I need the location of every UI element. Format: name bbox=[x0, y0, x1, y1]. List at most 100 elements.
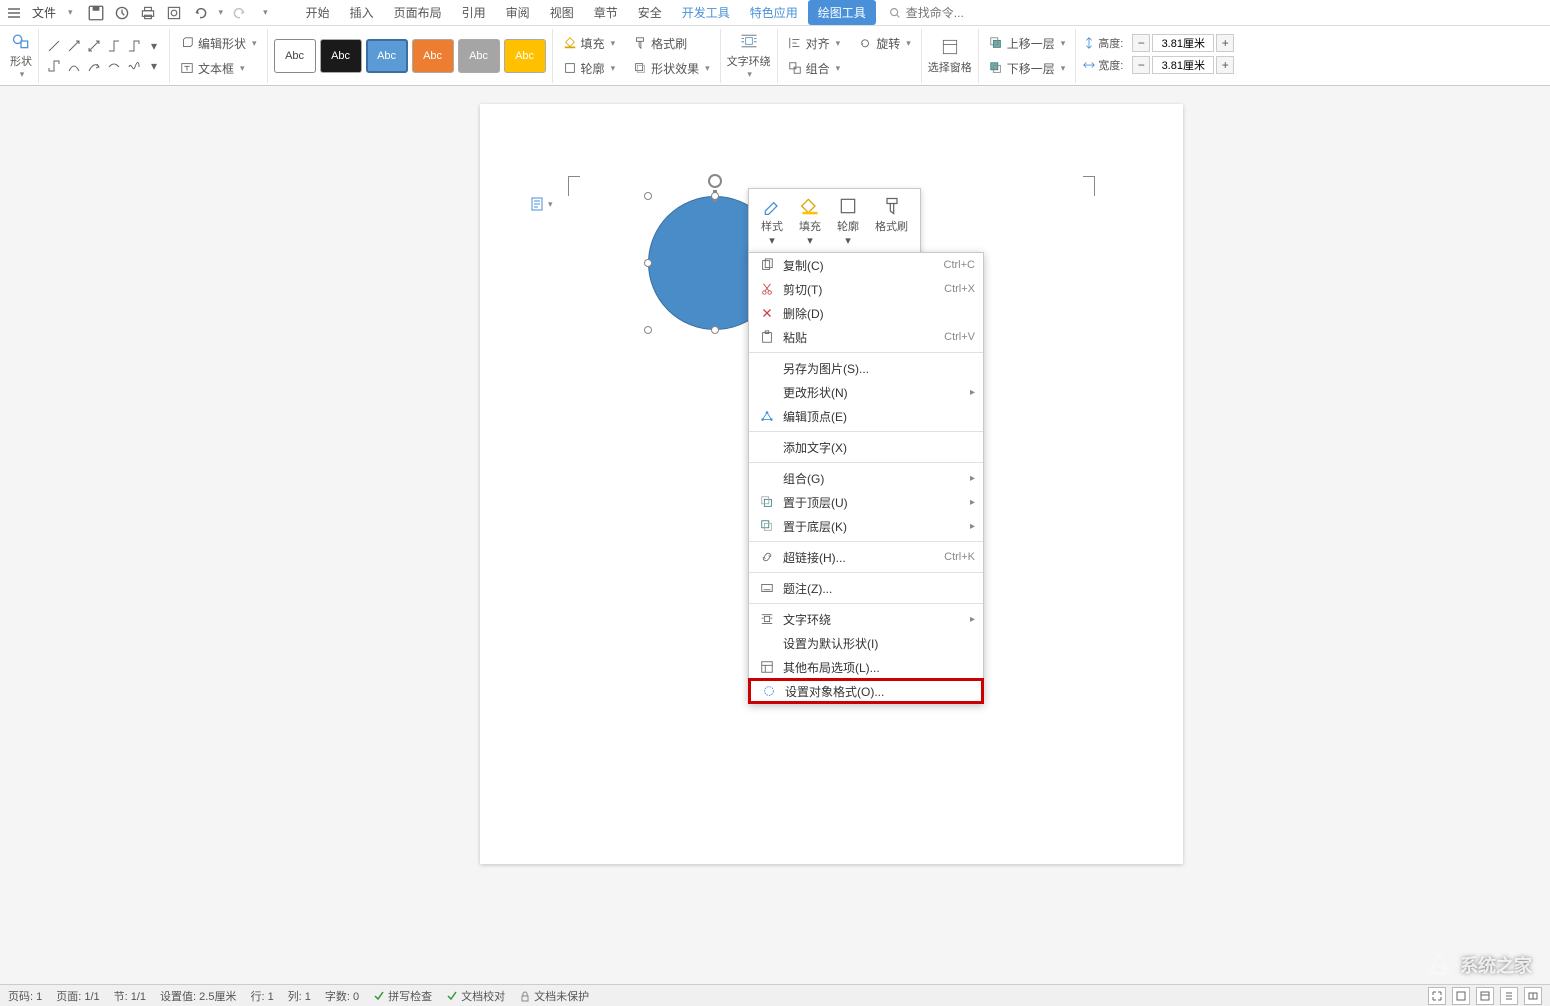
touch-icon[interactable] bbox=[113, 4, 131, 22]
status-page[interactable]: 页面: 1/1 bbox=[56, 988, 99, 1004]
menu-caption[interactable]: 题注(Z)... bbox=[749, 576, 983, 600]
view-fullscreen-button[interactable] bbox=[1428, 987, 1446, 1005]
menu-copy[interactable]: 复制(C)Ctrl+C bbox=[749, 253, 983, 277]
status-position[interactable]: 设置值: 2.5厘米 bbox=[160, 988, 236, 1004]
width-minus[interactable]: − bbox=[1132, 56, 1150, 74]
mini-format-painter-button[interactable]: 格式刷 bbox=[867, 193, 916, 250]
status-doc-protection[interactable]: 文档未保护 bbox=[519, 988, 589, 1004]
line-icon[interactable] bbox=[45, 37, 63, 55]
qat-more-icon[interactable]: ▾ bbox=[263, 7, 268, 18]
style-swatch-3[interactable]: Abc bbox=[412, 39, 454, 73]
view-web-button[interactable] bbox=[1476, 987, 1494, 1005]
format-painter-button[interactable]: 格式刷 bbox=[629, 33, 691, 54]
edit-shape-button[interactable]: 编辑形状▾ bbox=[176, 33, 261, 54]
height-plus[interactable]: + bbox=[1216, 34, 1234, 52]
menu-change-shape[interactable]: 更改形状(N)▸ bbox=[749, 380, 983, 404]
menu-bring-top[interactable]: 置于顶层(U)▸ bbox=[749, 490, 983, 514]
text-box-button[interactable]: 文本框▾ bbox=[176, 58, 261, 79]
view-print-button[interactable] bbox=[1452, 987, 1470, 1005]
undo-dropdown-icon[interactable]: ▾ bbox=[219, 7, 224, 18]
elbow-icon[interactable] bbox=[105, 37, 123, 55]
tab-drawing-tools[interactable]: 绘图工具 bbox=[808, 0, 876, 25]
style-swatch-5[interactable]: Abc bbox=[504, 39, 546, 73]
handle-bc[interactable] bbox=[711, 326, 719, 334]
line-shapes-gallery[interactable]: ▾ ▾ bbox=[45, 37, 163, 75]
tab-insert[interactable]: 插入 bbox=[340, 0, 384, 25]
tab-page-layout[interactable]: 页面布局 bbox=[384, 0, 452, 25]
elbow-double-icon[interactable] bbox=[45, 57, 63, 75]
tab-home[interactable]: 开始 bbox=[296, 0, 340, 25]
command-search-input[interactable] bbox=[906, 6, 986, 20]
handle-tl[interactable] bbox=[644, 192, 652, 200]
shape-effect-button[interactable]: 形状效果▾ bbox=[629, 58, 714, 79]
curve-arrow-icon[interactable] bbox=[85, 57, 103, 75]
mini-fill-button[interactable]: 填充▾ bbox=[791, 193, 829, 250]
paragraph-marker[interactable]: ▾ bbox=[530, 196, 553, 212]
height-input[interactable] bbox=[1152, 34, 1214, 52]
menu-cut[interactable]: 剪切(T)Ctrl+X bbox=[749, 277, 983, 301]
outline-button[interactable]: 轮廓▾ bbox=[559, 58, 620, 79]
handle-tc[interactable] bbox=[711, 192, 719, 200]
tab-references[interactable]: 引用 bbox=[452, 0, 496, 25]
menu-delete[interactable]: 删除(D) bbox=[749, 301, 983, 325]
menu-send-bottom[interactable]: 置于底层(K)▸ bbox=[749, 514, 983, 538]
shape-dropdown[interactable]: 形状▾ bbox=[10, 31, 32, 80]
menu-wrap-text[interactable]: 文字环绕▸ bbox=[749, 607, 983, 631]
handle-bl[interactable] bbox=[644, 326, 652, 334]
menu-add-text[interactable]: 添加文字(X) bbox=[749, 435, 983, 459]
width-input[interactable] bbox=[1152, 56, 1214, 74]
handle-ml[interactable] bbox=[644, 259, 652, 267]
print-icon[interactable] bbox=[139, 4, 157, 22]
menu-format-object[interactable]: 设置对象格式(O)... bbox=[749, 679, 983, 703]
style-swatch-2[interactable]: Abc bbox=[366, 39, 408, 73]
style-swatch-4[interactable]: Abc bbox=[458, 39, 500, 73]
menu-set-default-shape[interactable]: 设置为默认形状(I) bbox=[749, 631, 983, 655]
status-word-count[interactable]: 字数: 0 bbox=[325, 988, 359, 1004]
status-doc-proof[interactable]: 文档校对 bbox=[446, 988, 505, 1004]
undo-icon[interactable] bbox=[191, 4, 209, 22]
mini-style-button[interactable]: 样式▾ bbox=[753, 193, 791, 250]
redo-icon[interactable] bbox=[231, 4, 249, 22]
view-outline-button[interactable] bbox=[1500, 987, 1518, 1005]
status-col[interactable]: 列: 1 bbox=[288, 988, 311, 1004]
menu-paste[interactable]: 粘贴Ctrl+V bbox=[749, 325, 983, 349]
view-reading-button[interactable] bbox=[1524, 987, 1542, 1005]
tab-security[interactable]: 安全 bbox=[628, 0, 672, 25]
menu-group[interactable]: 组合(G)▸ bbox=[749, 466, 983, 490]
height-minus[interactable]: − bbox=[1132, 34, 1150, 52]
freeform-icon[interactable] bbox=[125, 57, 143, 75]
fill-button[interactable]: 填充▾ bbox=[559, 33, 620, 54]
print-preview-icon[interactable] bbox=[165, 4, 183, 22]
status-page-num[interactable]: 页码: 1 bbox=[8, 988, 42, 1004]
shape-style-gallery[interactable]: Abc Abc Abc Abc Abc Abc bbox=[274, 39, 546, 73]
style-swatch-1[interactable]: Abc bbox=[320, 39, 362, 73]
command-search[interactable] bbox=[888, 6, 986, 20]
menu-other-layout[interactable]: 其他布局选项(L)... bbox=[749, 655, 983, 679]
scroll-down-icon[interactable]: ▾ bbox=[145, 37, 163, 55]
style-swatch-0[interactable]: Abc bbox=[274, 39, 316, 73]
rotate-button[interactable]: 旋转▾ bbox=[854, 33, 915, 54]
file-dropdown-icon[interactable]: ▾ bbox=[68, 7, 73, 18]
bring-forward-button[interactable]: 上移一层▾ bbox=[985, 33, 1070, 54]
curve-icon[interactable] bbox=[65, 57, 83, 75]
menu-hyperlink[interactable]: 超链接(H)...Ctrl+K bbox=[749, 545, 983, 569]
more-lines-icon[interactable]: ▾ bbox=[145, 57, 163, 75]
hamburger-icon[interactable] bbox=[6, 5, 22, 21]
status-row[interactable]: 行: 1 bbox=[250, 988, 273, 1004]
width-plus[interactable]: + bbox=[1216, 56, 1234, 74]
rotate-handle[interactable] bbox=[708, 174, 722, 188]
tab-special[interactable]: 特色应用 bbox=[740, 0, 808, 25]
tab-view[interactable]: 视图 bbox=[540, 0, 584, 25]
arrow-icon[interactable] bbox=[65, 37, 83, 55]
send-backward-button[interactable]: 下移一层▾ bbox=[985, 58, 1070, 79]
file-menu[interactable]: 文件 bbox=[26, 4, 62, 21]
elbow-arrow-icon[interactable] bbox=[125, 37, 143, 55]
tab-review[interactable]: 审阅 bbox=[496, 0, 540, 25]
tab-developer[interactable]: 开发工具 bbox=[672, 0, 740, 25]
double-arrow-icon[interactable] bbox=[85, 37, 103, 55]
curve-double-icon[interactable] bbox=[105, 57, 123, 75]
status-section[interactable]: 节: 1/1 bbox=[114, 988, 146, 1004]
menu-save-as-picture[interactable]: 另存为图片(S)... bbox=[749, 356, 983, 380]
wrap-text-button[interactable]: 文字环绕▾ bbox=[727, 31, 771, 80]
align-button[interactable]: 对齐▾ bbox=[784, 33, 845, 54]
